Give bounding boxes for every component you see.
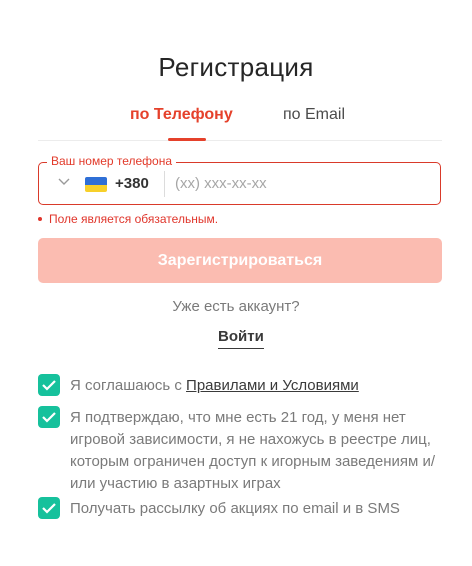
dial-code: +380 — [115, 175, 149, 192]
have-account-text: Уже есть аккаунт? — [172, 298, 300, 315]
tab-email[interactable]: по Email — [283, 106, 345, 124]
newsletter-text: Получать рассылку об акциях по email и в… — [70, 500, 400, 517]
terms-link[interactable]: Правилами и Условиями — [186, 377, 359, 394]
checkmark-icon — [42, 503, 56, 514]
field-separator — [164, 171, 165, 197]
registration-tabs: по Телефону по Email — [38, 100, 442, 141]
checkmark-icon — [42, 412, 56, 423]
error-dot-icon — [38, 216, 42, 221]
error-text: Поле является обязательным. — [49, 212, 219, 226]
phone-field-label: Ваш номер телефона — [47, 154, 177, 168]
age-checkbox[interactable] — [38, 406, 60, 428]
age-confirmation-text: Я подтверждаю, что мне есть 21 год, у ме… — [70, 409, 436, 492]
page-title: Регистрация — [158, 52, 314, 82]
phone-field: Ваш номер телефона +380 — [38, 154, 441, 205]
register-button[interactable]: Зарегистрироваться — [38, 238, 442, 283]
terms-checkbox[interactable] — [38, 374, 60, 396]
active-tab-indicator — [168, 138, 206, 141]
tab-phone[interactable]: по Телефону — [130, 106, 233, 124]
phone-error-message: Поле является обязательным. — [38, 212, 218, 226]
terms-text: Я соглашаюсь с Правилами и Условиями — [70, 375, 440, 397]
login-link[interactable]: Войти — [218, 328, 264, 349]
checkmark-icon — [42, 380, 56, 391]
ukraine-flag-icon[interactable] — [85, 177, 107, 192]
phone-input[interactable] — [175, 169, 425, 197]
terms-text-prefix: Я соглашаюсь с — [70, 377, 187, 394]
newsletter-checkbox[interactable] — [38, 497, 60, 519]
tabs-divider — [38, 140, 442, 141]
country-dropdown-chevron-down-icon[interactable] — [57, 174, 71, 188]
